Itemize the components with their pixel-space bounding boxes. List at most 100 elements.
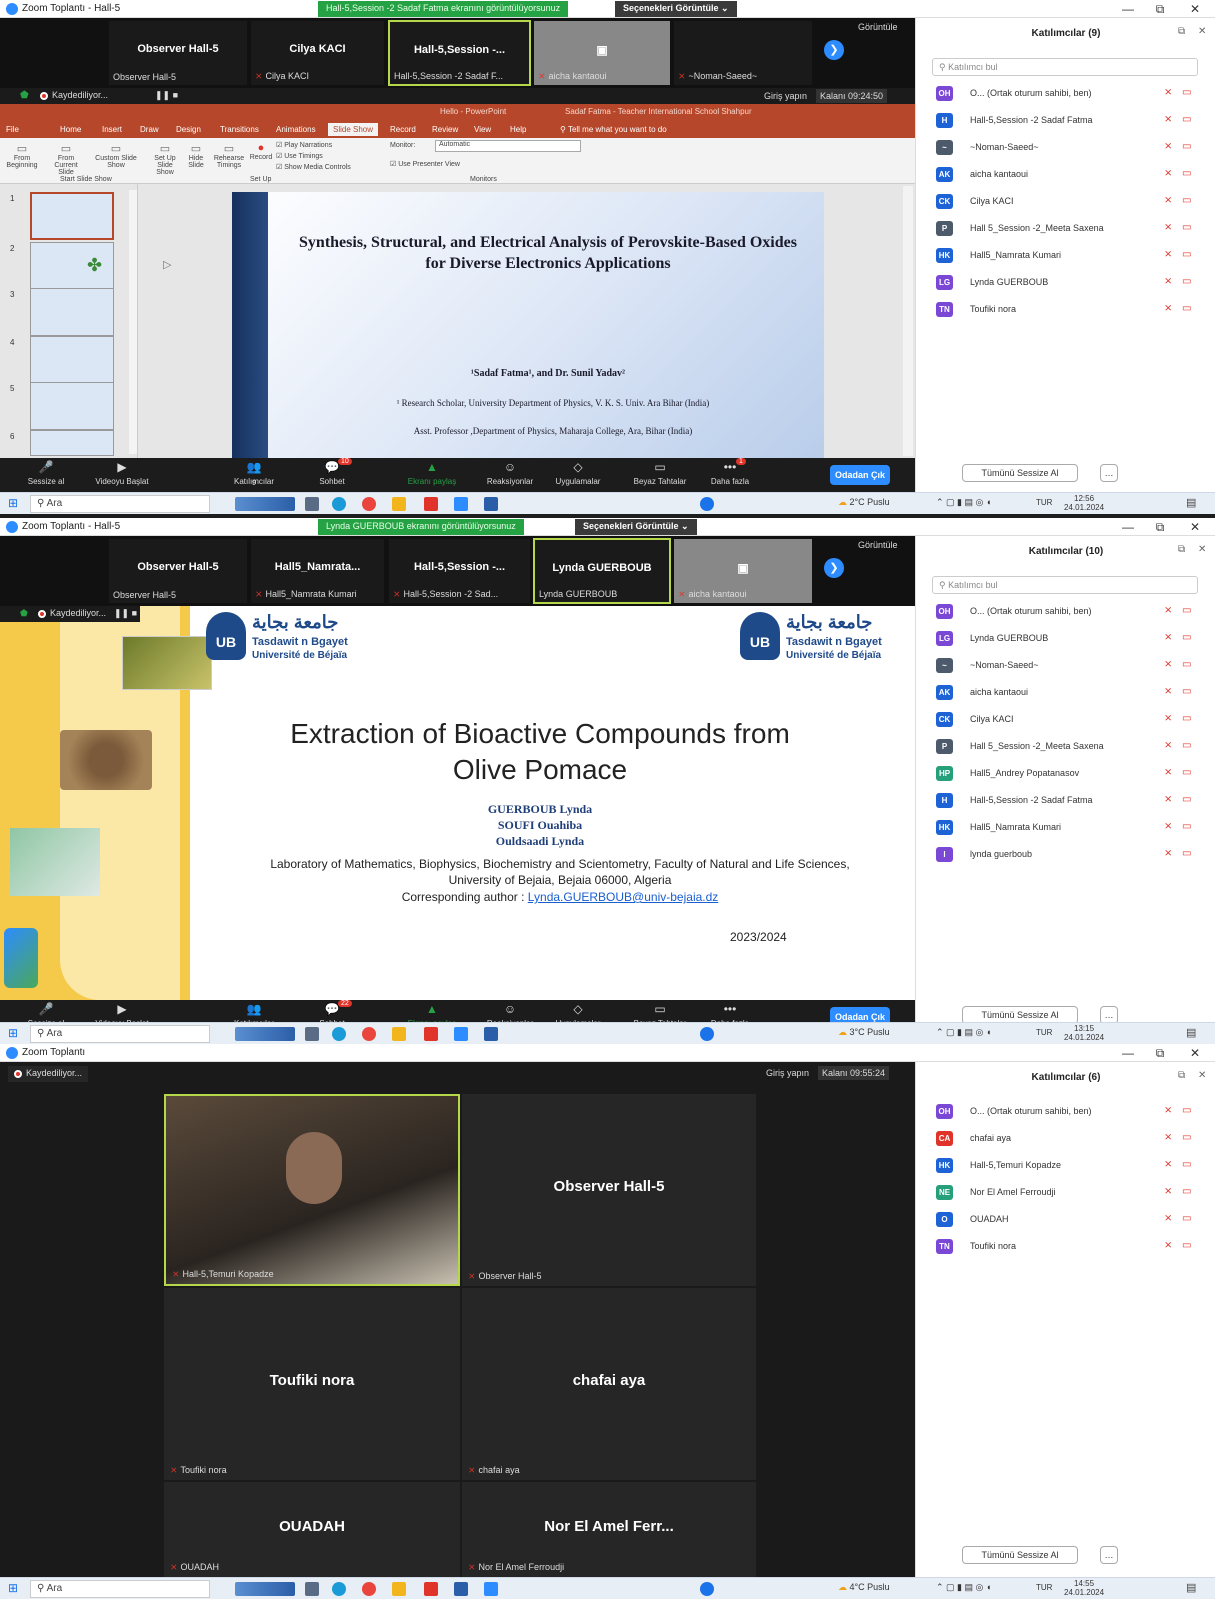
edge-icon[interactable]: [332, 497, 346, 511]
participant-row[interactable]: ~ ~Noman-Saeed~ ⨯ ▭: [936, 656, 1206, 676]
mic-off-icon[interactable]: ⨯: [1164, 222, 1172, 233]
reactions-button[interactable]: ☺Reaksiyonlar: [480, 460, 540, 486]
slide-scrollbar[interactable]: [903, 186, 913, 456]
custom-slide-show-button[interactable]: ▭ Custom Slide Show: [94, 142, 138, 169]
word-icon[interactable]: [484, 497, 498, 511]
mic-off-icon[interactable]: ⨯: [1164, 1186, 1172, 1197]
participant-row[interactable]: AK aicha kantaoui ⨯ ▭: [936, 683, 1206, 703]
task-view-icon[interactable]: [305, 497, 319, 511]
video-off-icon[interactable]: ▭: [1182, 605, 1191, 616]
participant-row[interactable]: AK aicha kantaoui ⨯ ▭: [936, 165, 1206, 185]
mic-off-icon[interactable]: ⨯: [1164, 821, 1172, 832]
show-media-controls-checkbox[interactable]: ☑ Show Media Controls: [276, 163, 351, 171]
slide-thumbnail[interactable]: [30, 288, 114, 336]
ppt-tab-draw[interactable]: Draw: [140, 125, 159, 134]
sign-in-link[interactable]: Giriş yapın: [766, 1068, 809, 1078]
video-tile[interactable]: chafai aya ⨯ chafai aya: [462, 1288, 756, 1480]
participant-row[interactable]: HK Hall-5,Temuri Kopadze ⨯ ▭: [936, 1156, 1206, 1176]
video-tile[interactable]: Nor El Amel Ferr... ⨯ Nor El Amel Ferroud…: [462, 1482, 756, 1577]
tell-me-search[interactable]: ⚲ Tell me what you want to do: [560, 125, 667, 134]
author-email-link[interactable]: Lynda.GUERBOUB@univ-bejaia.dz: [528, 890, 719, 904]
slide-thumbnail[interactable]: [30, 430, 114, 456]
participant-row[interactable]: CK Cilya KACI ⨯ ▭: [936, 710, 1206, 730]
mic-off-icon[interactable]: ⨯: [1164, 659, 1172, 670]
mic-off-icon[interactable]: ⨯: [1164, 632, 1172, 643]
close-button[interactable]: ✕: [1185, 520, 1205, 534]
participant-row[interactable]: OH O... (Ortak oturum sahibi, ben) ⨯ ▭: [936, 1102, 1206, 1122]
from-current-slide-button[interactable]: ▭ From Current Slide: [46, 142, 86, 176]
close-button[interactable]: ✕: [1185, 2, 1205, 16]
ppt-tab-design[interactable]: Design: [176, 125, 201, 134]
mic-off-icon[interactable]: ⨯: [1164, 767, 1172, 778]
mic-off-icon[interactable]: ⨯: [1164, 276, 1172, 287]
video-off-icon[interactable]: ▭: [1182, 195, 1191, 206]
file-explorer-icon[interactable]: [392, 1027, 406, 1041]
popout-icon[interactable]: ⧉: [1178, 544, 1185, 555]
ppt-tab-home[interactable]: Home: [60, 125, 81, 134]
video-off-icon[interactable]: ▭: [1182, 114, 1191, 125]
participant-row[interactable]: HK Hall5_Namrata Kumari ⨯ ▭: [936, 818, 1206, 838]
mic-off-icon[interactable]: ⨯: [1164, 713, 1172, 724]
video-off-icon[interactable]: ▭: [1182, 1213, 1191, 1224]
participant-row[interactable]: TN Toufiki nora ⨯ ▭: [936, 300, 1206, 320]
input-language[interactable]: TUR: [1036, 1028, 1052, 1037]
notifications-icon[interactable]: ▤: [1186, 1581, 1196, 1594]
file-explorer-icon[interactable]: [392, 497, 406, 511]
notifications-icon[interactable]: ▤: [1186, 496, 1196, 509]
video-off-icon[interactable]: ▭: [1182, 740, 1191, 751]
ppt-tab-view[interactable]: View: [474, 125, 491, 134]
close-panel-icon[interactable]: ✕: [1198, 26, 1206, 37]
task-view-icon[interactable]: [305, 1582, 319, 1596]
chat-button[interactable]: 💬 10 Sohbet: [302, 458, 362, 486]
mute-all-button[interactable]: Tümünü Sessize Al: [962, 464, 1078, 482]
video-tile[interactable]: Toufiki nora ⨯ Toufiki nora: [164, 1288, 460, 1480]
mic-off-icon[interactable]: ⨯: [1164, 740, 1172, 751]
weather-widget[interactable]: ☁ 3°C Puslu: [838, 1027, 890, 1038]
whiteboards-button[interactable]: ▭Beyaz Tahtalar: [630, 460, 690, 486]
restore-button[interactable]: ⧉: [1150, 520, 1170, 535]
view-options-button[interactable]: Seçenekleri Görüntüle ⌄: [615, 1, 737, 17]
monitor-select[interactable]: Automatic: [435, 140, 581, 152]
leave-button[interactable]: Odadan Çık: [830, 465, 890, 485]
thumbnail-scrollbar[interactable]: [129, 190, 137, 454]
from-beginning-button[interactable]: ▭ From Beginning: [4, 142, 40, 169]
participant-search-input[interactable]: ⚲ Katılımcı bul: [932, 576, 1198, 594]
mute-all-button[interactable]: Tümünü Sessize Al: [962, 1546, 1078, 1564]
set-up-slide-show-button[interactable]: ▭ Set Up Slide Show: [150, 142, 180, 176]
tray-icons[interactable]: ⌃ ▢ ▮ ▤ ◎ ◖: [936, 1582, 991, 1593]
mic-off-icon[interactable]: ⨯: [1164, 168, 1172, 179]
video-tile-active-speaker[interactable]: ⨯ Hall-5,Temuri Kopadze: [164, 1094, 460, 1286]
minimize-button[interactable]: —: [1118, 2, 1138, 16]
video-tile[interactable]: Observer Hall-5 ⨯ Observer Hall-5: [462, 1094, 756, 1286]
weather-widget[interactable]: ☁ 4°C Puslu: [838, 1582, 890, 1593]
mic-off-icon[interactable]: ⨯: [1164, 794, 1172, 805]
mute-button[interactable]: 🎤Sessize al: [16, 460, 76, 486]
video-tile[interactable]: ▣ ⨯ aicha kantaoui: [533, 20, 671, 86]
record-button[interactable]: ● Record: [248, 142, 274, 161]
clock[interactable]: 13:15 24.01.2024: [1064, 1024, 1104, 1042]
video-tile[interactable]: Hall5_Namrata... ⨯ Hall5_Namrata Kumari: [250, 538, 385, 604]
network-app-icon[interactable]: [700, 497, 714, 511]
participant-row[interactable]: l lynda guerboub ⨯ ▭: [936, 845, 1206, 865]
widgets-icon[interactable]: [235, 1582, 295, 1596]
minimize-button[interactable]: —: [1118, 520, 1138, 534]
chrome-icon[interactable]: [362, 1027, 376, 1041]
rehearse-timings-button[interactable]: ▭ Rehearse Timings: [212, 142, 246, 169]
zoom-taskbar-icon[interactable]: [484, 1582, 498, 1596]
video-off-icon[interactable]: ▭: [1182, 222, 1191, 233]
video-off-icon[interactable]: ▭: [1182, 168, 1191, 179]
clock[interactable]: 14:55 24.01.2024: [1064, 1579, 1104, 1597]
minimize-button[interactable]: —: [1118, 1046, 1138, 1060]
video-off-icon[interactable]: ▭: [1182, 87, 1191, 98]
participant-row[interactable]: ~ ~Noman-Saeed~ ⨯ ▭: [936, 138, 1206, 158]
slide-thumbnail[interactable]: [30, 192, 114, 240]
popout-icon[interactable]: ⧉: [1178, 26, 1185, 37]
mic-off-icon[interactable]: ⨯: [1164, 303, 1172, 314]
video-off-icon[interactable]: ▭: [1182, 1132, 1191, 1143]
ppt-tab-record[interactable]: Record: [390, 125, 416, 134]
close-panel-icon[interactable]: ✕: [1198, 544, 1206, 555]
chrome-icon[interactable]: [362, 497, 376, 511]
participant-row[interactable]: OH O... (Ortak oturum sahibi, ben) ⨯ ▭: [936, 84, 1206, 104]
mic-off-icon[interactable]: ⨯: [1164, 1213, 1172, 1224]
acrobat-icon[interactable]: [424, 1582, 438, 1596]
